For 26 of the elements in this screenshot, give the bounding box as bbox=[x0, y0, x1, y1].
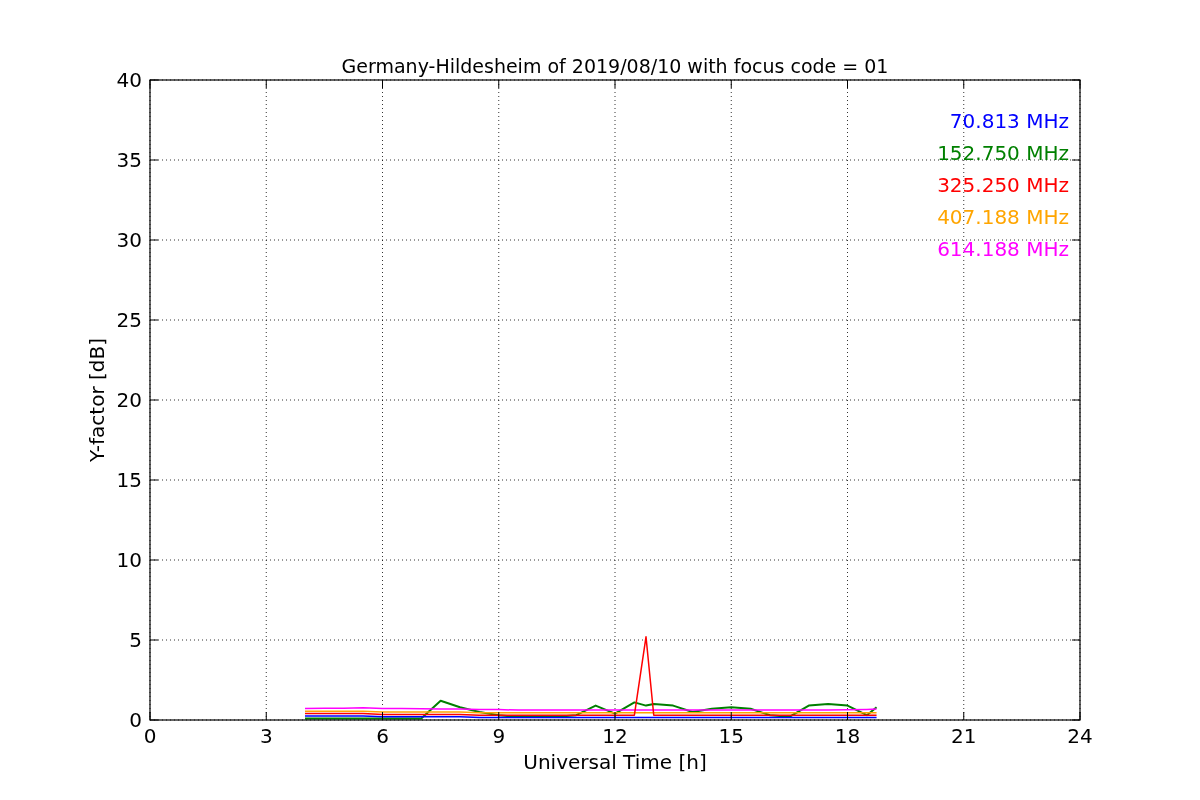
legend-label: 325.250 MHz bbox=[937, 173, 1069, 197]
x-tick-label: 15 bbox=[718, 724, 744, 748]
legend-label: 152.750 MHz bbox=[937, 141, 1069, 165]
legend-label: 614.188 MHz bbox=[937, 237, 1069, 261]
y-tick-label: 40 bbox=[116, 68, 142, 92]
x-tick-label: 3 bbox=[259, 724, 273, 748]
y-tick-label: 25 bbox=[116, 308, 142, 332]
y-tick-label: 0 bbox=[129, 708, 142, 732]
x-tick-label: 6 bbox=[376, 724, 389, 748]
y-tick-label: 30 bbox=[116, 228, 142, 252]
legend-label: 407.188 MHz bbox=[937, 205, 1069, 229]
x-axis-label: Universal Time [h] bbox=[523, 750, 707, 774]
y-tick-label: 20 bbox=[116, 388, 142, 412]
y-tick-label: 10 bbox=[116, 548, 142, 572]
legend-label: 70.813 MHz bbox=[949, 109, 1069, 133]
x-tick-label: 9 bbox=[492, 724, 506, 748]
x-tick-label: 12 bbox=[602, 724, 628, 748]
y-tick-label: 5 bbox=[129, 628, 142, 652]
y-tick-label: 15 bbox=[116, 468, 142, 492]
x-tick-label: 0 bbox=[143, 724, 157, 748]
y-axis-label: Y-factor [dB] bbox=[85, 338, 109, 462]
x-tick-label: 18 bbox=[834, 724, 861, 748]
y-tick-label: 35 bbox=[116, 148, 142, 172]
x-tick-label: 21 bbox=[951, 724, 977, 748]
chart-title: Germany-Hildesheim of 2019/08/10 with focus code = 01 bbox=[341, 55, 889, 77]
x-tick-label: 24 bbox=[1067, 724, 1093, 748]
